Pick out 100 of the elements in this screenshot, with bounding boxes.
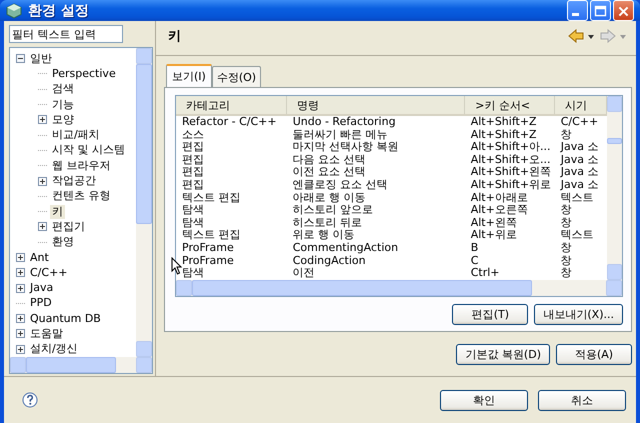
table-cell-text: 창 (560, 204, 573, 217)
horizontal-scrollbar[interactable] (176, 280, 622, 296)
table-cell: Refactor - C/C++ (176, 115, 287, 129)
page-title: 키 (168, 28, 182, 45)
tree-item[interactable]: 일반 (28, 52, 54, 66)
tree-item[interactable]: Perspective (50, 66, 118, 81)
table-cell-text: 위로 행 이동 (292, 229, 356, 242)
column-header[interactable]: 명령 (286, 96, 465, 115)
dialog-button[interactable]: 취소 (538, 390, 626, 411)
table-cell-text: Ctrl+ (470, 267, 500, 280)
table-cell-text: Alt+Shift+왼쪽 (470, 166, 552, 179)
tree-item[interactable]: PPD (28, 296, 54, 310)
table-cell-text: Java 소 (559, 178, 600, 192)
vertical-scrollbar[interactable] (136, 48, 152, 357)
column-header[interactable]: 카테고리 (176, 96, 287, 115)
tree-item[interactable]: 편집기 (50, 220, 87, 234)
minimize-icon (572, 13, 579, 16)
table-cell-text: 탐색 (181, 267, 205, 280)
filter-field[interactable]: 필터 텍스트 입력 (9, 25, 123, 43)
tree-item[interactable]: 설치/갱신 (28, 342, 80, 356)
table-cell-text: Java 소 (559, 166, 600, 179)
expand-icon[interactable] (16, 253, 25, 262)
table-cell-text: 탐색 (181, 204, 205, 217)
column-header[interactable]: >키 순서< (464, 96, 555, 115)
table-cell: Undo - Refactoring (286, 115, 465, 129)
expand-icon[interactable] (38, 176, 47, 186)
column-header[interactable]: 시기 (554, 96, 606, 115)
table-cell-text: 텍스트 편집 (181, 229, 242, 242)
help-icon[interactable] (22, 392, 38, 408)
table-cell-text: ProFrame (181, 254, 235, 268)
tree-item[interactable]: 도움말 (28, 326, 65, 341)
back-arrow-icon[interactable] (568, 29, 596, 43)
tree-item[interactable]: 키 (50, 204, 65, 219)
table-cell-text: Alt+왼쪽 (470, 216, 518, 230)
table-cell-text: 창 (560, 216, 573, 230)
tree-item[interactable]: Quantum DB (28, 312, 103, 326)
dialog-button[interactable]: 편집(T) (452, 304, 528, 325)
tree-item[interactable]: Ant (28, 250, 51, 264)
tab[interactable]: 수정(O) (212, 66, 262, 87)
dialog-button[interactable]: 내보내기(X)... (534, 304, 623, 325)
expand-icon[interactable] (16, 314, 25, 324)
table-cell-text: 엔클로징 요소 선택 (292, 178, 389, 192)
tree-item[interactable]: 기능 (50, 98, 76, 112)
expand-icon[interactable] (16, 344, 25, 354)
table-cell-text: 텍스트 (560, 192, 595, 204)
table-cell-text: 편집 (181, 154, 205, 166)
tree-item[interactable]: 시작 및 시스템 (50, 143, 127, 158)
table-cell-text: Java 소 (559, 141, 600, 154)
table-cell-text: Alt+위로 (470, 229, 518, 242)
table-cell-text: 편집 (181, 141, 205, 154)
minimize-button[interactable] (567, 0, 588, 21)
table-cell: Alt+Shift+Z (464, 115, 555, 129)
expand-icon[interactable] (38, 222, 47, 232)
expand-icon[interactable] (38, 115, 47, 124)
table-cell-text: Alt+오른쪽 (470, 204, 529, 217)
table-cell-text: 소스 (181, 128, 205, 142)
table-cell-text: 창 (560, 267, 573, 280)
table-cell-text: Alt+Shift+오... (470, 154, 552, 166)
horizontal-scrollbar[interactable] (10, 356, 152, 373)
dialog-button[interactable]: 확인 (440, 390, 528, 411)
table-cell-text: 이전 (292, 267, 315, 280)
table-cell-text: ProFrame (181, 242, 235, 255)
table-cell-text: 아래로 행 이동 (292, 192, 367, 204)
expand-icon[interactable] (16, 284, 25, 293)
table-cell-text: Alt+Shift+아... (470, 141, 552, 154)
tree-item[interactable]: 컨텐츠 유형 (50, 189, 112, 204)
close-button[interactable] (613, 0, 634, 21)
table-cell-text: 이전 요소 선택 (292, 166, 367, 179)
tree-item[interactable]: 작업공간 (50, 174, 98, 188)
table-cell-text: 창 (560, 242, 573, 255)
tab[interactable]: 보기(I) (166, 64, 212, 87)
table-cell-text: 편집 (181, 178, 205, 192)
table-cell-text: CommentingAction (292, 242, 400, 255)
tree-item[interactable]: 모양 (50, 112, 76, 127)
table-cell-text: 편집 (181, 166, 205, 179)
table-cell-text: 히스토리 앞으로 (292, 204, 374, 217)
table-cell: 탐색 (176, 216, 287, 230)
vertical-scrollbar[interactable] (607, 96, 622, 280)
tree-item[interactable]: 검색 (50, 82, 76, 96)
table-cell-text: Alt+Shift+위로 (470, 178, 552, 192)
expand-icon[interactable] (16, 268, 25, 278)
tree-item[interactable]: 웹 브라우저 (50, 158, 112, 173)
table-cell-text: 다음 요소 선택 (292, 154, 367, 166)
dialog-button[interactable]: 기본값 복원(D) (456, 344, 550, 365)
table-cell-text: 둘러싸기 빠른 메뉴 (292, 128, 389, 142)
table-cell-text: 마지막 선택사항 복원 (292, 141, 400, 154)
tree-item[interactable]: C/C++ (28, 266, 70, 280)
table-cell-text: 창 (560, 254, 573, 268)
expand-icon[interactable] (16, 329, 25, 338)
collapse-icon[interactable] (16, 54, 25, 64)
tree-item[interactable]: 환영 (50, 235, 76, 250)
tree-item[interactable]: 비교/패치 (50, 128, 102, 142)
tree-item[interactable]: Java (28, 281, 56, 296)
table-cell: C/C++ (554, 115, 606, 129)
table-cell-text: 히스토리 뒤로 (292, 216, 364, 230)
window-title: 환경 설정 (28, 2, 90, 20)
table-cell-text: 텍스트 편집 (181, 192, 242, 204)
cube-icon (6, 2, 22, 18)
dialog-button[interactable]: 적용(A) (556, 344, 632, 365)
maximize-button[interactable] (590, 0, 611, 21)
